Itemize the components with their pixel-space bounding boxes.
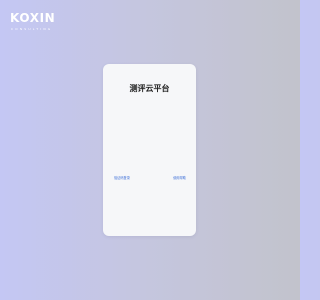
code-login-link[interactable]: 验证码登录 (114, 176, 130, 181)
platform-title: 测评云平台 (129, 84, 170, 93)
login-card: 测评云平台 验证码登录 使用帮助 (103, 64, 196, 236)
help-link[interactable]: 使用帮助 (173, 176, 186, 181)
brand-tagline: CONSULTING (11, 27, 53, 31)
brand-logo: KOXIN CONSULTING (10, 11, 70, 33)
brand-name: KOXIN (10, 11, 56, 25)
